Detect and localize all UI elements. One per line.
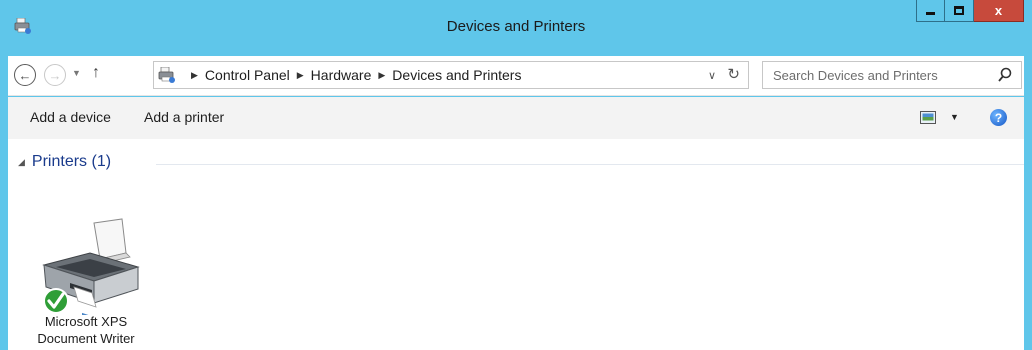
group-divider — [156, 164, 1024, 165]
back-button[interactable]: ← — [14, 64, 36, 86]
add-printer-button[interactable]: Add a printer — [144, 109, 224, 125]
window-border-left — [0, 0, 8, 350]
forward-arrow-icon: → — [48, 67, 62, 83]
breadcrumb-chevron-icon[interactable]: ▶ — [297, 70, 304, 81]
collapse-triangle-icon[interactable]: ◢ — [18, 157, 25, 168]
search-input[interactable]: Search Devices and Printers — [762, 61, 1022, 89]
content-pane: ◢ Printers (1) Microsoft XPS Document Wr… — [8, 139, 1024, 350]
breadcrumb-control-panel[interactable]: Control Panel — [205, 67, 290, 83]
add-device-button[interactable]: Add a device — [30, 109, 111, 125]
devices-and-printers-window: Devices and Printers x ← → ▼ ↑ ▶ Control… — [0, 0, 1032, 350]
maximize-icon — [954, 6, 964, 15]
close-icon: x — [994, 3, 1003, 18]
close-button[interactable]: x — [974, 0, 1024, 22]
breadcrumb-chevron-icon[interactable]: ▶ — [191, 70, 198, 81]
view-options-dropdown-icon[interactable]: ▼ — [950, 112, 959, 122]
navigation-bar: ← → ▼ ↑ ▶ Control Panel ▶ Hardware ▶ Dev… — [8, 56, 1024, 96]
breadcrumb-devices-and-printers[interactable]: Devices and Printers — [392, 67, 521, 83]
breadcrumb: ▶ Control Panel ▶ Hardware ▶ Devices and… — [184, 67, 521, 83]
change-view-icon[interactable] — [920, 111, 936, 124]
refresh-icon[interactable]: ↻ — [727, 65, 740, 83]
recent-locations-dropdown-icon[interactable]: ▼ — [72, 68, 81, 78]
window-border-right — [1024, 0, 1032, 350]
breadcrumb-hardware[interactable]: Hardware — [311, 67, 372, 83]
window-controls: x — [916, 0, 1024, 22]
maximize-button[interactable] — [945, 0, 974, 22]
devices-printers-icon — [158, 67, 175, 83]
help-icon[interactable]: ? — [990, 109, 1007, 126]
window-title: Devices and Printers — [446, 18, 586, 35]
address-bar[interactable]: ▶ Control Panel ▶ Hardware ▶ Devices and… — [153, 61, 749, 89]
title-bar[interactable]: Devices and Printers x — [0, 0, 1032, 56]
printer-name-line2: Document Writer — [37, 331, 135, 346]
up-arrow-icon[interactable]: ↑ — [92, 64, 100, 82]
breadcrumb-chevron-icon[interactable]: ▶ — [378, 70, 385, 81]
printer-name: Microsoft XPS Document Writer — [30, 313, 142, 347]
printer-icon — [42, 218, 140, 321]
group-title: Printers (1) — [31, 153, 112, 170]
search-icon[interactable] — [997, 66, 1013, 84]
command-bar: Add a device Add a printer ▼ ? — [8, 97, 1024, 139]
printers-group-header[interactable]: ◢ Printers (1) — [18, 153, 111, 171]
address-dropdown-icon[interactable]: ∨ — [708, 69, 716, 82]
search-placeholder: Search Devices and Printers — [773, 68, 938, 83]
minimize-icon — [926, 12, 935, 15]
printer-item[interactable]: Microsoft XPS Document Writer — [30, 217, 142, 347]
forward-button[interactable]: → — [44, 64, 66, 86]
back-arrow-icon: ← — [18, 67, 32, 83]
printer-name-line1: Microsoft XPS — [44, 314, 128, 329]
minimize-button[interactable] — [916, 0, 945, 22]
